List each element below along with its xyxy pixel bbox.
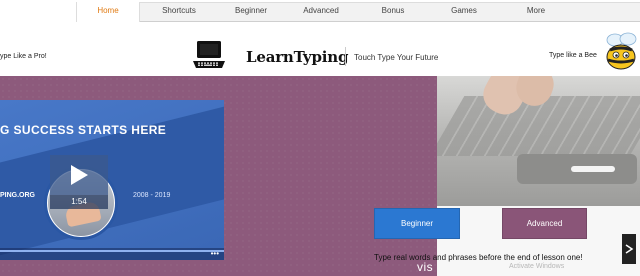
logo-divider [345,47,346,66]
nav-item-advanced[interactable]: Advanced [290,2,352,20]
video-years-text: 2008 - 2019 [133,192,171,199]
right-tagline: Type like a Bee [549,52,597,59]
video-progress-bar[interactable]: ••• [0,248,224,260]
overlay-text: vis [417,260,434,274]
hero-caption: Type real words and phrases before the e… [374,253,583,262]
nav-item-bonus[interactable]: Bonus [362,2,424,20]
nav-item-more[interactable]: More [505,2,567,20]
nav-item-home[interactable]: Home [76,2,140,22]
windows-watermark: Activate Windows [509,263,565,270]
play-button[interactable] [50,155,108,195]
nav-item-shortcuts[interactable]: Shortcuts [148,2,210,20]
more-options-icon[interactable]: ••• [211,250,219,258]
bee-icon[interactable] [601,30,640,77]
scroll-icon[interactable] [622,234,636,269]
play-icon [71,165,88,185]
video-duration: 1:54 [50,195,108,209]
nav-item-beginner[interactable]: Beginner [220,2,282,20]
site-header: ype Like a Pro! LearnTyping Touch Type Y… [0,24,640,76]
beginner-button[interactable]: Beginner [374,208,460,239]
video-headline: G SUCCESS STARTS HERE [0,123,167,137]
indicator-light [571,166,615,172]
intro-video[interactable]: G SUCCESS STARTS HERE PING.ORG 2008 - 20… [0,100,224,260]
advanced-button[interactable]: Advanced [502,208,587,239]
laptop-icon[interactable] [192,40,226,75]
typing-photo [437,76,640,206]
video-url-text: PING.ORG [0,192,36,199]
progress-track [0,250,224,252]
logo-subtitle: Touch Type Your Future [354,53,439,62]
hero-section: G SUCCESS STARTS HERE PING.ORG 2008 - 20… [0,76,640,276]
site-logo-text[interactable]: LearnTyping [246,48,348,66]
top-nav: Home Shortcuts Beginner Advanced Bonus G… [0,0,640,24]
left-tagline: ype Like a Pro! [0,53,47,60]
nav-item-games[interactable]: Games [433,2,495,20]
